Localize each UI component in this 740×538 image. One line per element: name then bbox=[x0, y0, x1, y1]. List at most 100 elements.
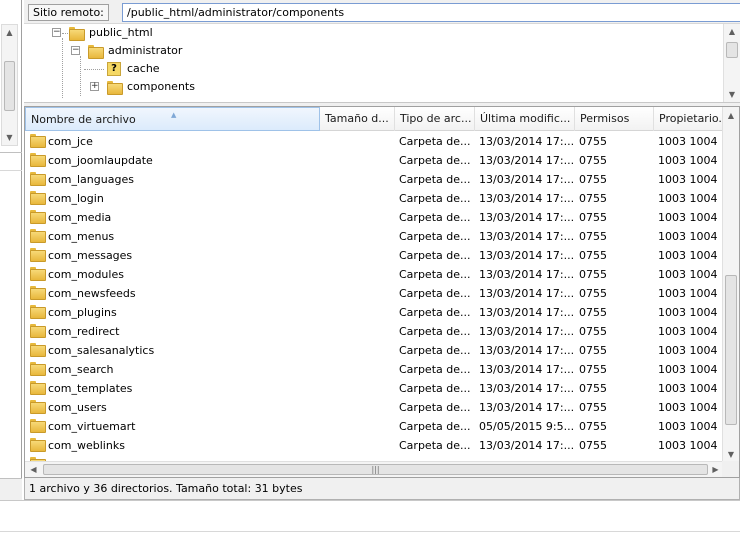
scroll-down-icon[interactable]: ▼ bbox=[2, 130, 17, 145]
column-header-permissions[interactable]: Permisos bbox=[575, 107, 654, 131]
file-permissions-cell: 0755 bbox=[579, 382, 607, 395]
transfer-queue-area bbox=[0, 500, 740, 538]
file-type-cell: Carpeta de... bbox=[399, 287, 471, 300]
file-permissions-cell: 0755 bbox=[579, 287, 607, 300]
folder-icon bbox=[107, 81, 123, 95]
column-header-type[interactable]: Tipo de arc... bbox=[395, 107, 475, 131]
remote-directory-tree: − public_html − administrator ? cache + … bbox=[24, 24, 740, 102]
table-row[interactable]: com_joomlaupdate Carpeta de... 13/03/2014 … bbox=[25, 151, 725, 170]
file-name-cell: com_messages bbox=[30, 246, 320, 265]
file-name-cell: com_jce bbox=[30, 132, 320, 151]
folder-icon bbox=[30, 172, 46, 186]
file-type-cell: Carpeta de... bbox=[399, 154, 471, 167]
file-type-cell: Carpeta de... bbox=[399, 439, 471, 452]
file-owner-cell: 1003 1004 bbox=[658, 306, 718, 319]
file-owner-cell: 1003 1004 bbox=[658, 211, 718, 224]
folder-icon bbox=[88, 45, 104, 59]
file-name: com_newsfeeds bbox=[48, 287, 136, 300]
table-row[interactable]: com_templates Carpeta de... 13/03/2014 17:… bbox=[25, 379, 725, 398]
table-row[interactable]: com_search Carpeta de... 13/03/2014 17:...… bbox=[25, 360, 725, 379]
table-row[interactable]: com_newsfeeds Carpeta de... 13/03/2014 17:… bbox=[25, 284, 725, 303]
file-permissions-cell: 0755 bbox=[579, 154, 607, 167]
collapse-icon[interactable]: − bbox=[52, 28, 61, 37]
remote-file-list: Nombre de archivo ▲ Tamaño d... Tipo de … bbox=[24, 106, 740, 478]
collapse-icon[interactable]: − bbox=[71, 46, 80, 55]
scroll-up-icon[interactable]: ▲ bbox=[2, 25, 17, 40]
local-tree-scrollbar[interactable]: ▲ ▼ bbox=[1, 24, 18, 146]
file-modified-cell: 13/03/2014 17:... bbox=[479, 230, 575, 243]
table-row[interactable]: com_weblinks Carpeta de... 13/03/2014 17:.… bbox=[25, 436, 725, 455]
table-row[interactable]: com_menus Carpeta de... 13/03/2014 17:... 0… bbox=[25, 227, 725, 246]
expand-icon[interactable]: + bbox=[90, 82, 99, 91]
file-name: com_search bbox=[48, 363, 114, 376]
file-name: com_virtuemart bbox=[48, 420, 136, 433]
file-name: com_jce bbox=[48, 135, 93, 148]
file-name-cell: com_virtuemart bbox=[30, 417, 320, 436]
tree-scrollbar[interactable]: ▲ ▼ bbox=[723, 24, 740, 102]
file-modified-cell: 13/03/2014 17:... bbox=[479, 325, 575, 338]
remote-path-text: /public_html/administrator/components bbox=[127, 6, 345, 19]
remote-site-bar: Sitio remoto: /public_html/administrator… bbox=[24, 0, 740, 24]
table-row[interactable]: com_languages Carpeta de... 13/03/2014 17:… bbox=[25, 170, 725, 189]
file-name: com_media bbox=[48, 211, 112, 224]
tree-scroll-thumb[interactable] bbox=[726, 42, 738, 58]
scroll-left-icon[interactable]: ◀ bbox=[25, 462, 42, 477]
table-row[interactable]: com_modules Carpeta de... 13/03/2014 17:..… bbox=[25, 265, 725, 284]
table-row[interactable]: com_virtuemart Carpeta de... 05/05/2015 9:… bbox=[25, 417, 725, 436]
table-row[interactable]: com_redirect Carpeta de... 13/03/2014 17:.… bbox=[25, 322, 725, 341]
scrollbar-corner bbox=[722, 461, 739, 477]
column-header-owner[interactable]: Propietario... bbox=[654, 107, 725, 131]
file-type-cell: Carpeta de... bbox=[399, 135, 471, 148]
file-modified-cell: 13/03/2014 17:... bbox=[479, 363, 575, 376]
file-type-cell: Carpeta de... bbox=[399, 325, 471, 338]
column-header-modified[interactable]: Última modific... bbox=[475, 107, 575, 131]
file-name-cell: com_search bbox=[30, 360, 320, 379]
local-status-bar bbox=[0, 478, 22, 500]
folder-icon bbox=[30, 134, 46, 148]
local-scroll-thumb[interactable] bbox=[4, 61, 15, 111]
file-name-cell: com_login bbox=[30, 189, 320, 208]
file-name-cell: com_redirect bbox=[30, 322, 320, 341]
tree-guide-line bbox=[84, 69, 104, 70]
folder-icon bbox=[30, 248, 46, 262]
table-row[interactable]: com_login Carpeta de... 13/03/2014 17:... 0… bbox=[25, 189, 725, 208]
file-type-cell: Carpeta de... bbox=[399, 211, 471, 224]
table-row[interactable]: com_users Carpeta de... 13/03/2014 17:... 0… bbox=[25, 398, 725, 417]
file-name: com_redirect bbox=[48, 325, 120, 338]
file-type-cell: Carpeta de... bbox=[399, 363, 471, 376]
file-modified-cell: 13/03/2014 17:... bbox=[479, 192, 575, 205]
file-name: com_modules bbox=[48, 268, 124, 281]
scroll-down-icon[interactable]: ▼ bbox=[724, 87, 740, 102]
file-owner-cell: 1003 1004 bbox=[658, 401, 718, 414]
local-pane-divider bbox=[0, 152, 22, 153]
file-modified-cell: 13/03/2014 17:... bbox=[479, 344, 575, 357]
file-list-hscroll-thumb[interactable]: ||| bbox=[43, 464, 708, 475]
folder-icon bbox=[30, 324, 46, 338]
file-list-scroll-thumb[interactable] bbox=[725, 275, 737, 425]
file-owner-cell: 1003 1004 bbox=[658, 249, 718, 262]
file-modified-cell: 13/03/2014 17:... bbox=[479, 287, 575, 300]
table-row[interactable]: com_jce Carpeta de... 13/03/2014 17:... 075… bbox=[25, 132, 725, 151]
file-permissions-cell: 0755 bbox=[579, 420, 607, 433]
file-permissions-cell: 0755 bbox=[579, 439, 607, 452]
file-name: com_users bbox=[48, 401, 107, 414]
scroll-up-icon[interactable]: ▲ bbox=[724, 24, 740, 39]
file-permissions-cell: 0755 bbox=[579, 135, 607, 148]
folder-icon bbox=[30, 400, 46, 414]
table-row[interactable]: com_media Carpeta de... 13/03/2014 17:... 0… bbox=[25, 208, 725, 227]
file-list-vertical-scrollbar[interactable]: ▲ ▼ bbox=[722, 107, 739, 463]
remote-path-input[interactable]: /public_html/administrator/components ▼ bbox=[122, 3, 740, 22]
file-owner-cell: 1003 1004 bbox=[658, 344, 718, 357]
table-row[interactable]: com_salesanalytics Carpeta de... 13/03/201… bbox=[25, 341, 725, 360]
scroll-up-icon[interactable]: ▲ bbox=[723, 107, 739, 124]
table-row[interactable]: com_plugins Carpeta de... 13/03/2014 17:..… bbox=[25, 303, 725, 322]
table-row[interactable]: com_messages Carpeta de... 13/03/2014 17:.… bbox=[25, 246, 725, 265]
column-header-size[interactable]: Tamaño d... bbox=[320, 107, 395, 131]
file-owner-cell: 1003 1004 bbox=[658, 287, 718, 300]
file-modified-cell: 13/03/2014 17:... bbox=[479, 249, 575, 262]
column-header-name[interactable]: Nombre de archivo ▲ bbox=[25, 107, 320, 131]
file-modified-cell: 13/03/2014 17:... bbox=[479, 382, 575, 395]
remote-site-label: Sitio remoto: bbox=[28, 4, 109, 21]
file-modified-cell: 13/03/2014 17:... bbox=[479, 306, 575, 319]
file-list-horizontal-scrollbar[interactable]: ◀ ||| ▶ bbox=[25, 461, 724, 477]
